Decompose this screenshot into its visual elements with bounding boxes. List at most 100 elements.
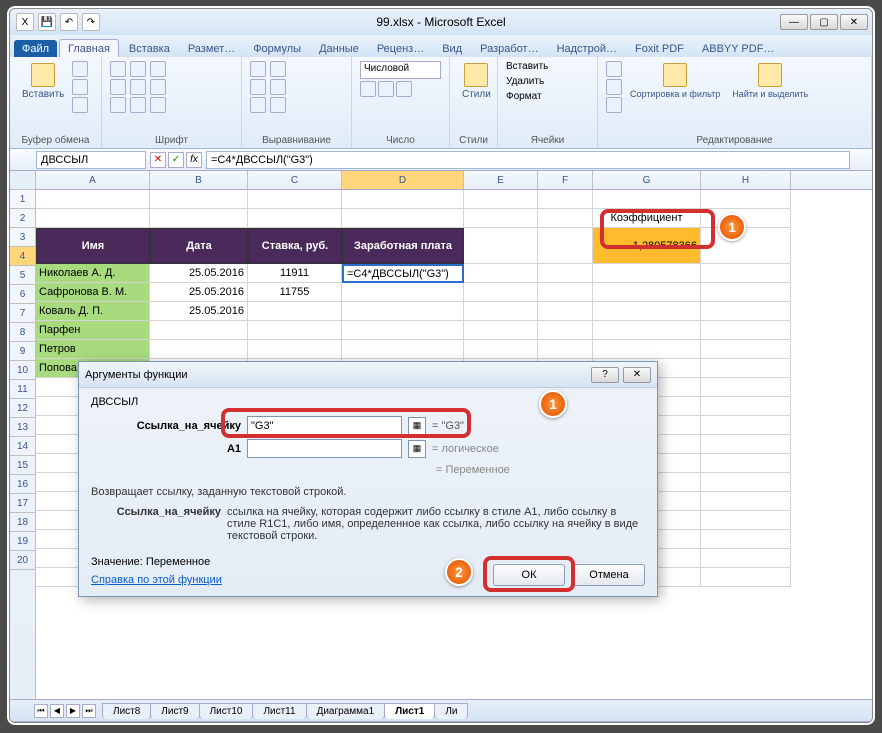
header-salary[interactable]: Заработная плата [342, 228, 464, 264]
clear-icon[interactable] [606, 97, 622, 113]
sheet-tab[interactable]: Лист10 [199, 703, 254, 719]
cell-d4-active[interactable]: =C4*ДВССЫЛ("G3") [342, 264, 464, 283]
arg2-input[interactable] [247, 439, 402, 458]
underline-icon[interactable] [130, 79, 146, 95]
cells-insert[interactable]: Вставить [506, 61, 548, 72]
tab-view[interactable]: Вид [434, 40, 470, 57]
wrap-text-icon[interactable] [270, 97, 286, 113]
paste-button[interactable]: Вставить [18, 61, 68, 102]
dialog-close-button[interactable]: ✕ [623, 367, 651, 383]
align-center-icon[interactable] [250, 79, 266, 95]
sheet-tab[interactable]: Диаграмма1 [306, 703, 386, 719]
sheet-nav-last[interactable]: ⏭ [82, 704, 96, 718]
grow-font-icon[interactable] [150, 61, 166, 77]
tab-formulas[interactable]: Формулы [245, 40, 309, 57]
save-icon[interactable]: 💾 [38, 13, 56, 31]
fx-icon[interactable]: fx [186, 152, 202, 168]
dialog-help-link[interactable]: Справка по этой функции [91, 574, 222, 586]
comma-icon[interactable] [396, 81, 412, 97]
header-rate[interactable]: Ставка, руб. [248, 228, 342, 264]
find-icon [758, 63, 782, 87]
cells-format[interactable]: Формат [506, 91, 548, 102]
clipboard-icon [31, 63, 55, 87]
autosum-icon[interactable] [606, 61, 622, 77]
sheet-tab-active[interactable]: Лист1 [384, 703, 435, 719]
cell-g2[interactable]: Коэффициент [593, 209, 701, 228]
font-color-icon[interactable] [150, 97, 166, 113]
arg2-label: A1 [91, 443, 241, 455]
sheet-tab[interactable]: Лист11 [252, 703, 306, 719]
ribbon: ВставитьБуфер обмена Шрифт Выравнивание … [10, 57, 872, 149]
cell-g3[interactable]: 1,280578366 [593, 228, 701, 264]
name-box[interactable]: ДВССЫЛ [36, 151, 146, 169]
sort-filter-button[interactable]: Сортировка и фильтр [626, 61, 724, 101]
tab-addins[interactable]: Надстрой… [549, 40, 625, 57]
cut-icon[interactable] [72, 61, 88, 77]
dialog-help-button[interactable]: ? [591, 367, 619, 383]
font-size-icon[interactable] [130, 61, 146, 77]
find-select-button[interactable]: Найти и выделить [728, 61, 812, 101]
select-all-corner[interactable] [10, 171, 35, 190]
cancel-formula-icon[interactable]: ✕ [150, 152, 166, 168]
format-painter-icon[interactable] [72, 97, 88, 113]
fill-color-icon[interactable] [130, 97, 146, 113]
number-format-select[interactable]: Числовой [360, 61, 441, 79]
redo-icon[interactable]: ↷ [82, 13, 100, 31]
cells-delete[interactable]: Удалить [506, 76, 548, 87]
percent-icon[interactable] [378, 81, 394, 97]
table-row[interactable]: Коваль Д. П. [36, 302, 150, 321]
cancel-button[interactable]: Отмена [573, 564, 645, 586]
tab-home[interactable]: Главная [59, 39, 119, 57]
dialog-titlebar[interactable]: Аргументы функции ? ✕ [79, 362, 657, 388]
annotation-badge-2: 2 [445, 558, 473, 586]
align-top-icon[interactable] [270, 61, 286, 77]
fill-icon[interactable] [606, 79, 622, 95]
dialog-function-name: ДВССЫЛ [91, 396, 645, 408]
sheet-tab[interactable]: Лист9 [150, 703, 199, 719]
undo-icon[interactable]: ↶ [60, 13, 78, 31]
tab-layout[interactable]: Размет… [180, 40, 243, 57]
tab-review[interactable]: Реценз… [369, 40, 432, 57]
copy-icon[interactable] [72, 79, 88, 95]
arg2-ref-button[interactable]: ▦ [408, 440, 426, 458]
enter-formula-icon[interactable]: ✓ [168, 152, 184, 168]
tab-developer[interactable]: Разработ… [472, 40, 546, 57]
close-button[interactable]: ✕ [840, 14, 868, 30]
align-left-icon[interactable] [250, 61, 266, 77]
align-middle-icon[interactable] [270, 79, 286, 95]
tab-file[interactable]: Файл [14, 40, 57, 57]
tab-insert[interactable]: Вставка [121, 40, 178, 57]
dialog-title: Аргументы функции [85, 369, 188, 381]
worksheet-grid[interactable]: 1 2 3 4 5 6 7 8 9 10 11 12 13 14 15 16 1… [10, 171, 872, 699]
currency-icon[interactable] [360, 81, 376, 97]
minimize-button[interactable]: — [780, 14, 808, 30]
formula-bar[interactable]: =C4*ДВССЫЛ("G3") [206, 151, 850, 169]
header-date[interactable]: Дата [150, 228, 248, 264]
styles-button[interactable]: Стили [458, 61, 495, 102]
tab-data[interactable]: Данные [311, 40, 367, 57]
italic-icon[interactable] [110, 79, 126, 95]
sheet-tab[interactable]: Лист8 [102, 703, 151, 719]
group-styles: Стили [458, 133, 489, 146]
table-row[interactable]: Николаев А. Д. [36, 264, 150, 283]
tab-foxit[interactable]: Foxit PDF [627, 40, 692, 57]
sheet-nav-next[interactable]: ▶ [66, 704, 80, 718]
shrink-font-icon[interactable] [150, 79, 166, 95]
quick-access-toolbar: X 💾 ↶ ↷ [16, 13, 100, 31]
maximize-button[interactable]: ▢ [810, 14, 838, 30]
align-right-icon[interactable] [250, 97, 266, 113]
bold-icon[interactable] [110, 61, 126, 77]
window-controls: — ▢ ✕ [780, 14, 868, 30]
table-row[interactable]: Сафронова В. М. [36, 283, 150, 302]
header-name[interactable]: Имя [36, 228, 150, 264]
table-row[interactable]: Парфен [36, 321, 150, 340]
border-icon[interactable] [110, 97, 126, 113]
ok-button[interactable]: ОК [493, 564, 565, 586]
arg1-ref-button[interactable]: ▦ [408, 417, 426, 435]
sheet-tab[interactable]: Ли [434, 703, 468, 719]
sheet-nav-first[interactable]: ⏮ [34, 704, 48, 718]
tab-abbyy[interactable]: ABBYY PDF… [694, 40, 783, 57]
sheet-nav-prev[interactable]: ◀ [50, 704, 64, 718]
table-row[interactable]: Петров [36, 340, 150, 359]
arg1-input[interactable]: "G3" [247, 416, 402, 435]
